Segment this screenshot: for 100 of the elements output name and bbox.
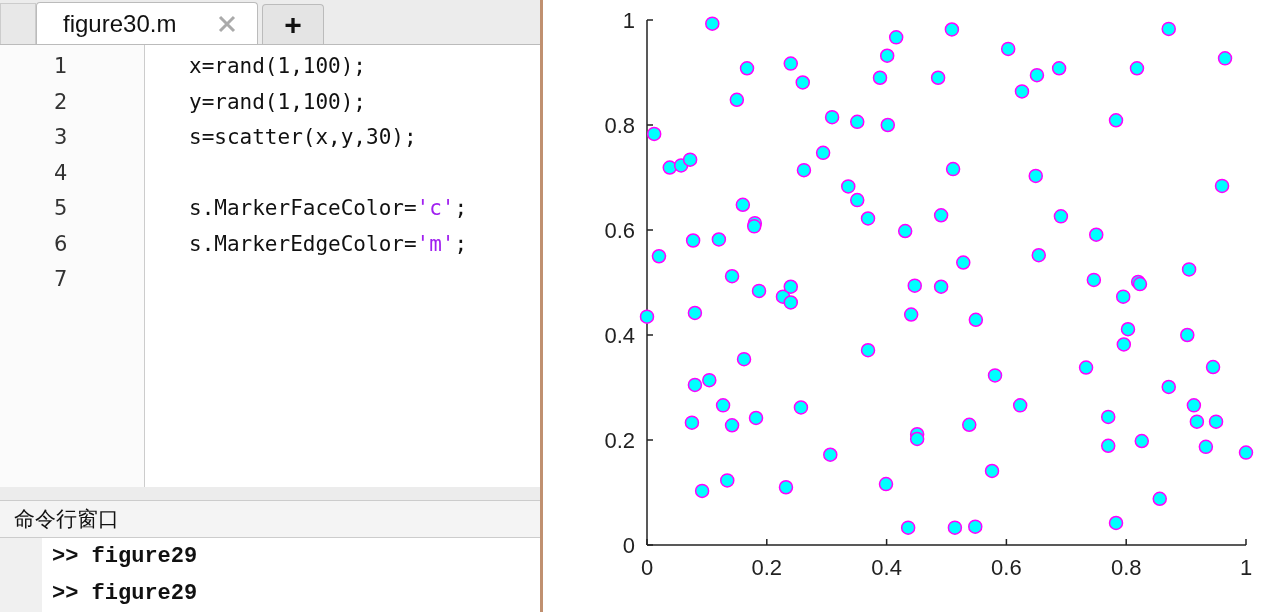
line-number: 3	[53, 124, 69, 151]
data-point	[933, 208, 949, 223]
code-line: x=rand(1,100);	[189, 54, 366, 78]
data-point	[1086, 272, 1102, 288]
code-line: y=rand(1,100);	[189, 89, 366, 114]
x-tick-label: 0	[640, 555, 654, 580]
data-point	[724, 268, 740, 284]
line-number: 5	[53, 195, 69, 222]
data-point	[1189, 414, 1205, 429]
data-point	[1014, 84, 1030, 99]
x-tick-label: 0.8	[1110, 555, 1142, 580]
data-point	[823, 447, 838, 462]
y-tick-label: 1	[622, 8, 635, 33]
data-point	[872, 70, 888, 85]
data-point	[984, 463, 1000, 479]
data-point	[850, 114, 865, 130]
data-point	[705, 16, 720, 31]
line-number: 4	[53, 159, 69, 187]
command-line: >> figure29	[51, 543, 198, 571]
data-point	[1116, 337, 1132, 352]
data-point	[850, 192, 865, 208]
line-number: 7	[53, 266, 69, 293]
data-point	[900, 520, 916, 535]
data-point	[1078, 360, 1094, 375]
data-point	[746, 219, 762, 234]
data-point	[783, 295, 798, 310]
data-point	[1120, 322, 1136, 337]
x-tick-label: 0.6	[991, 555, 1022, 580]
file-tab[interactable]: figure30.m	[36, 2, 258, 44]
data-point	[1152, 491, 1167, 507]
command-line: >> figure29	[51, 580, 198, 608]
data-point	[841, 179, 856, 194]
x-tick-label: 0.2	[751, 555, 783, 580]
data-point	[860, 211, 876, 226]
data-point	[860, 343, 876, 358]
data-point	[897, 223, 913, 239]
data-point	[729, 92, 745, 108]
y-tick-label: 0	[622, 533, 635, 558]
data-point	[702, 372, 717, 388]
data-point	[1161, 379, 1176, 395]
data-point	[933, 279, 949, 294]
data-point	[685, 233, 701, 248]
new-tab-button[interactable]: +	[262, 4, 324, 44]
data-point	[909, 431, 925, 447]
data-point	[968, 312, 984, 327]
y-tick-label: 0.6	[604, 218, 635, 243]
data-point	[1180, 327, 1195, 343]
data-point	[1161, 21, 1176, 37]
data-point	[646, 126, 662, 142]
data-point	[824, 109, 840, 125]
data-point	[987, 368, 1003, 383]
panel-grip[interactable]	[0, 3, 36, 44]
data-point	[1238, 445, 1254, 460]
data-point	[793, 400, 809, 415]
splitter[interactable]	[0, 487, 540, 500]
data-point	[1129, 61, 1145, 76]
data-point	[956, 255, 971, 270]
data-point	[1108, 113, 1124, 128]
data-point	[878, 476, 894, 492]
data-point	[724, 418, 740, 433]
close-icon[interactable]	[217, 13, 237, 34]
data-point	[968, 519, 983, 534]
data-point	[684, 415, 700, 430]
data-point	[903, 307, 919, 322]
data-point	[1134, 433, 1149, 449]
panel-header: 命令行窗口	[0, 500, 540, 538]
data-point	[944, 22, 960, 37]
data-point	[1186, 398, 1202, 413]
code-line: s.MarkerFaceColor='c';	[189, 196, 468, 220]
data-point	[651, 249, 667, 264]
line-number: 1	[53, 53, 69, 80]
data-point	[1101, 409, 1116, 425]
data-point	[783, 279, 798, 294]
y-tick-label: 0.2	[604, 428, 635, 453]
data-point	[879, 48, 895, 63]
data-point	[711, 232, 727, 247]
data-point	[1029, 67, 1045, 83]
data-point	[735, 197, 751, 213]
code-line: s=scatter(x,y,30);	[189, 125, 417, 149]
data-point	[880, 117, 896, 133]
data-point	[736, 351, 752, 367]
data-point	[748, 410, 764, 426]
data-point	[783, 56, 798, 71]
data-point	[1089, 227, 1104, 242]
x-tick-label: 0.4	[871, 555, 902, 580]
code-line: s.MarkerEdgeColor='m';	[189, 231, 468, 256]
data-point	[888, 30, 904, 45]
data-point	[947, 520, 963, 535]
data-point	[907, 278, 922, 293]
data-point	[1198, 439, 1214, 455]
data-point	[795, 75, 810, 90]
data-point	[815, 145, 831, 161]
data-point	[687, 377, 703, 393]
data-point	[1208, 414, 1224, 429]
data-point	[687, 305, 703, 321]
data-point	[1053, 209, 1069, 224]
data-point	[1214, 178, 1230, 194]
data-point	[1031, 247, 1046, 263]
data-point	[796, 162, 812, 178]
data-point	[694, 483, 710, 499]
